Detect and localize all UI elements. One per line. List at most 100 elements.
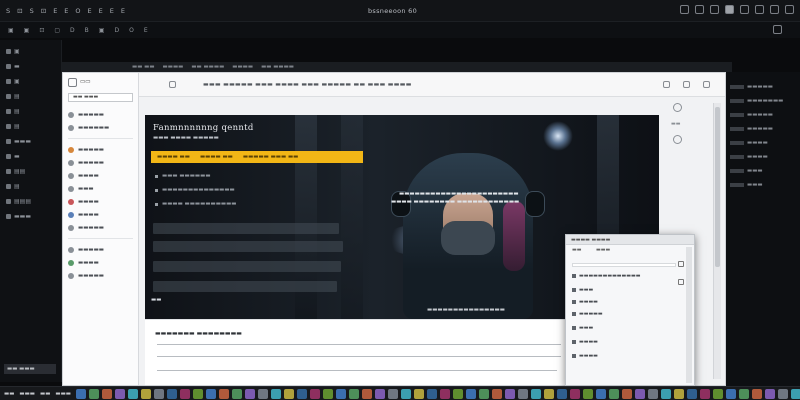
sidebar-item[interactable]: ▬▬▬▬▬▬: [68, 121, 133, 134]
status-icon[interactable]: [725, 5, 734, 14]
dock-app-icon[interactable]: [167, 388, 177, 399]
right-panel-item[interactable]: ▬▬▬▬: [730, 136, 796, 150]
dock-app-icon[interactable]: [388, 388, 398, 399]
dock-app-icon[interactable]: [323, 388, 333, 399]
toolbar-button[interactable]: D: [114, 27, 119, 34]
sidebar-item[interactable]: ▬▬▬▬▬: [68, 269, 133, 282]
right-panel-item[interactable]: ▬▬▬: [730, 164, 796, 178]
right-panel-item[interactable]: ▬▬▬: [730, 178, 796, 192]
window-control-icon[interactable]: [68, 77, 77, 87]
menu-item[interactable]: ⊡: [17, 7, 22, 15]
dialog-tab[interactable]: ▬▬: [572, 247, 581, 255]
left-panel-badge[interactable]: ▬▬ ▬▬▬: [4, 364, 56, 374]
menu-item[interactable]: E: [110, 7, 114, 15]
toolbar-button[interactable]: O: [129, 27, 134, 34]
dock-app-icon[interactable]: [570, 388, 580, 399]
sidebar-item[interactable]: ▬▬▬▬: [68, 208, 133, 221]
left-panel-item[interactable]: ▤: [6, 89, 55, 104]
dock-app-icon[interactable]: [232, 388, 242, 399]
sidebar-item[interactable]: ▬▬▬▬▬: [68, 143, 133, 156]
dock-app-icon[interactable]: [687, 388, 697, 399]
dock-app-icon[interactable]: [401, 388, 411, 399]
cta-item[interactable]: ▬▬▬▬ ▬▬: [200, 154, 233, 160]
toolbar-button[interactable]: E: [144, 27, 148, 34]
dock-app-icon[interactable]: [492, 388, 502, 399]
menu-item[interactable]: S: [30, 7, 34, 15]
dock-app-icon[interactable]: [739, 388, 749, 399]
toolbar-button[interactable]: ▣: [99, 27, 105, 34]
sidebar-item[interactable]: ▬▬▬▬▬: [68, 221, 133, 234]
right-panel-item[interactable]: ▬▬▬▬▬▬▬: [730, 94, 796, 108]
tab[interactable]: ▬▬ ▬▬▬▬: [191, 64, 224, 70]
dialog-row[interactable]: ▬▬▬▬▬▬▬▬▬▬▬▬▬: [572, 273, 640, 279]
dock-app-icon[interactable]: [284, 388, 294, 399]
dock-app-icon[interactable]: [271, 388, 281, 399]
menu-item[interactable]: E: [121, 7, 125, 15]
dock-app-icon[interactable]: [336, 388, 346, 399]
dock-app-icon[interactable]: [752, 388, 762, 399]
status-icon[interactable]: [695, 5, 704, 14]
sidebar-item[interactable]: ▬▬▬▬: [68, 169, 133, 182]
status-icon[interactable]: [755, 5, 764, 14]
dock-app-icon[interactable]: [219, 388, 229, 399]
status-icon[interactable]: [770, 5, 779, 14]
circle-icon[interactable]: [673, 135, 682, 144]
dock-app-icon[interactable]: [427, 388, 437, 399]
right-panel-item[interactable]: ▬▬▬▬▬: [730, 80, 796, 94]
left-panel-item[interactable]: ▬▬▬: [6, 209, 55, 224]
settings-icon[interactable]: [703, 81, 710, 88]
dock-app-icon[interactable]: [544, 388, 554, 399]
menu-item[interactable]: E: [99, 7, 103, 15]
dialog-row[interactable]: ▬▬▬▬▬: [572, 311, 603, 317]
cta-item[interactable]: ▬▬▬▬▬ ▬▬▬ ▬▬: [243, 154, 298, 160]
dock-app-icon[interactable]: [128, 388, 138, 399]
dialog-row[interactable]: ▬▬▬: [572, 287, 593, 293]
toolbar-button[interactable]: ⊡: [39, 27, 44, 34]
dock-app-icon[interactable]: [89, 388, 99, 399]
menu-item[interactable]: S: [6, 7, 10, 15]
sidebar-item[interactable]: ▬▬▬: [68, 182, 133, 195]
tab[interactable]: ▬▬ ▬▬▬▬: [261, 64, 294, 70]
sidebar-item[interactable]: ▬▬▬▬▬: [68, 156, 133, 169]
menu-item[interactable]: ⊡: [41, 7, 46, 15]
dialog-title[interactable]: ▬▬▬▬ ▬▬▬▬: [566, 235, 694, 245]
status-icon[interactable]: [680, 5, 689, 14]
sidebar-search-input[interactable]: ▬▬ ▬▬▬: [68, 93, 133, 102]
left-panel-item[interactable]: ▤▤▤: [6, 194, 55, 209]
dialog-input[interactable]: [572, 263, 676, 267]
dialog-row[interactable]: ▬▬▬: [572, 325, 593, 331]
left-panel-item[interactable]: ▬▬▬: [6, 134, 55, 149]
dock-app-icon[interactable]: [349, 388, 359, 399]
checkbox[interactable]: [678, 261, 684, 267]
dock-app-icon[interactable]: [466, 388, 476, 399]
toolbar-button[interactable]: ▢: [54, 27, 60, 34]
checkbox[interactable]: [678, 279, 684, 285]
sidebar-item[interactable]: ▬▬▬▬: [68, 256, 133, 269]
dock-app-icon[interactable]: [765, 388, 775, 399]
dock-app-icon[interactable]: [635, 388, 645, 399]
menu-item[interactable]: E: [88, 7, 92, 15]
dock-label[interactable]: ▬▬▬: [19, 391, 35, 397]
left-panel-item[interactable]: ▬: [6, 59, 55, 74]
share-icon[interactable]: [663, 81, 670, 88]
dock-app-icon[interactable]: [583, 388, 593, 399]
dock-app-icon[interactable]: [648, 388, 658, 399]
dock-app-icon[interactable]: [661, 388, 671, 399]
dock-app-icon[interactable]: [700, 388, 710, 399]
status-icon[interactable]: [740, 5, 749, 14]
dialog-scrollbar[interactable]: [686, 247, 692, 383]
left-panel-item[interactable]: ▣: [6, 74, 55, 89]
circle-icon[interactable]: [673, 103, 682, 112]
dock-app-icon[interactable]: [726, 388, 736, 399]
tab[interactable]: ▬▬▬▬: [163, 64, 184, 70]
left-panel-item[interactable]: ▣: [6, 44, 55, 59]
sidebar-item[interactable]: ▬▬▬▬▬: [68, 243, 133, 256]
scrollbar[interactable]: [713, 103, 721, 379]
dialog-row[interactable]: ▬▬▬▬: [572, 353, 598, 359]
toolbar-button[interactable]: D: [70, 27, 75, 34]
right-panel-item[interactable]: ▬▬▬▬▬: [730, 122, 796, 136]
dock-app-icon[interactable]: [440, 388, 450, 399]
dock-app-icon[interactable]: [505, 388, 515, 399]
menu-item[interactable]: E: [64, 7, 68, 15]
dock-app-icon[interactable]: [622, 388, 632, 399]
